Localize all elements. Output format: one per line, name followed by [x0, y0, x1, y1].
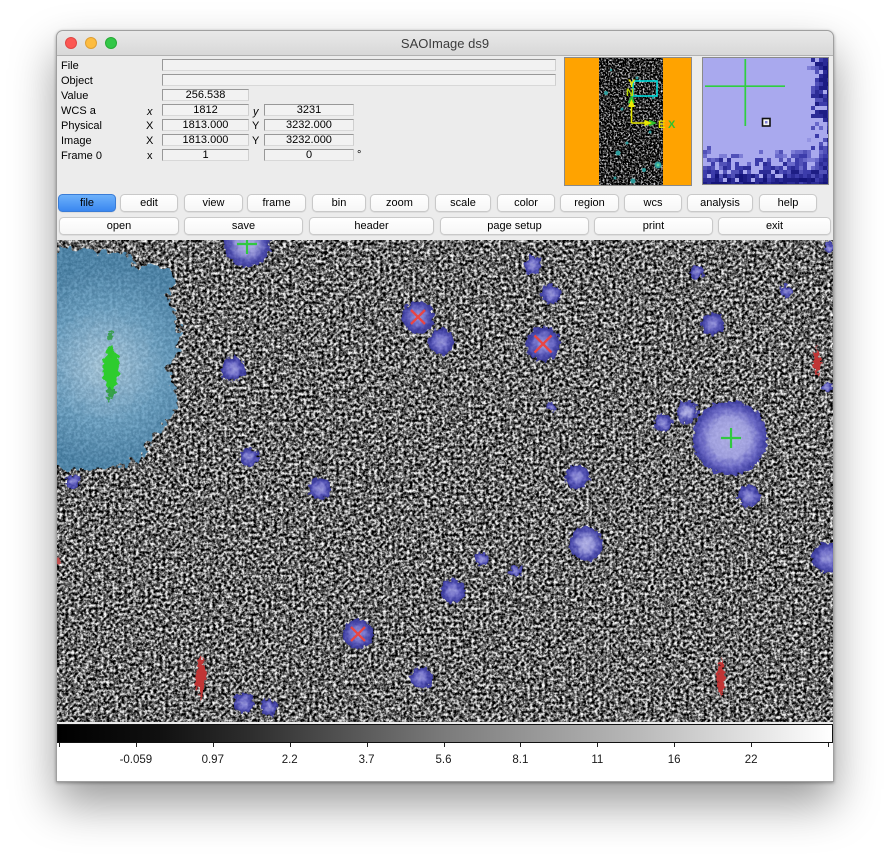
svg-text:N: N [626, 87, 634, 99]
svg-text:X: X [668, 119, 676, 131]
svg-text:E: E [658, 119, 665, 131]
